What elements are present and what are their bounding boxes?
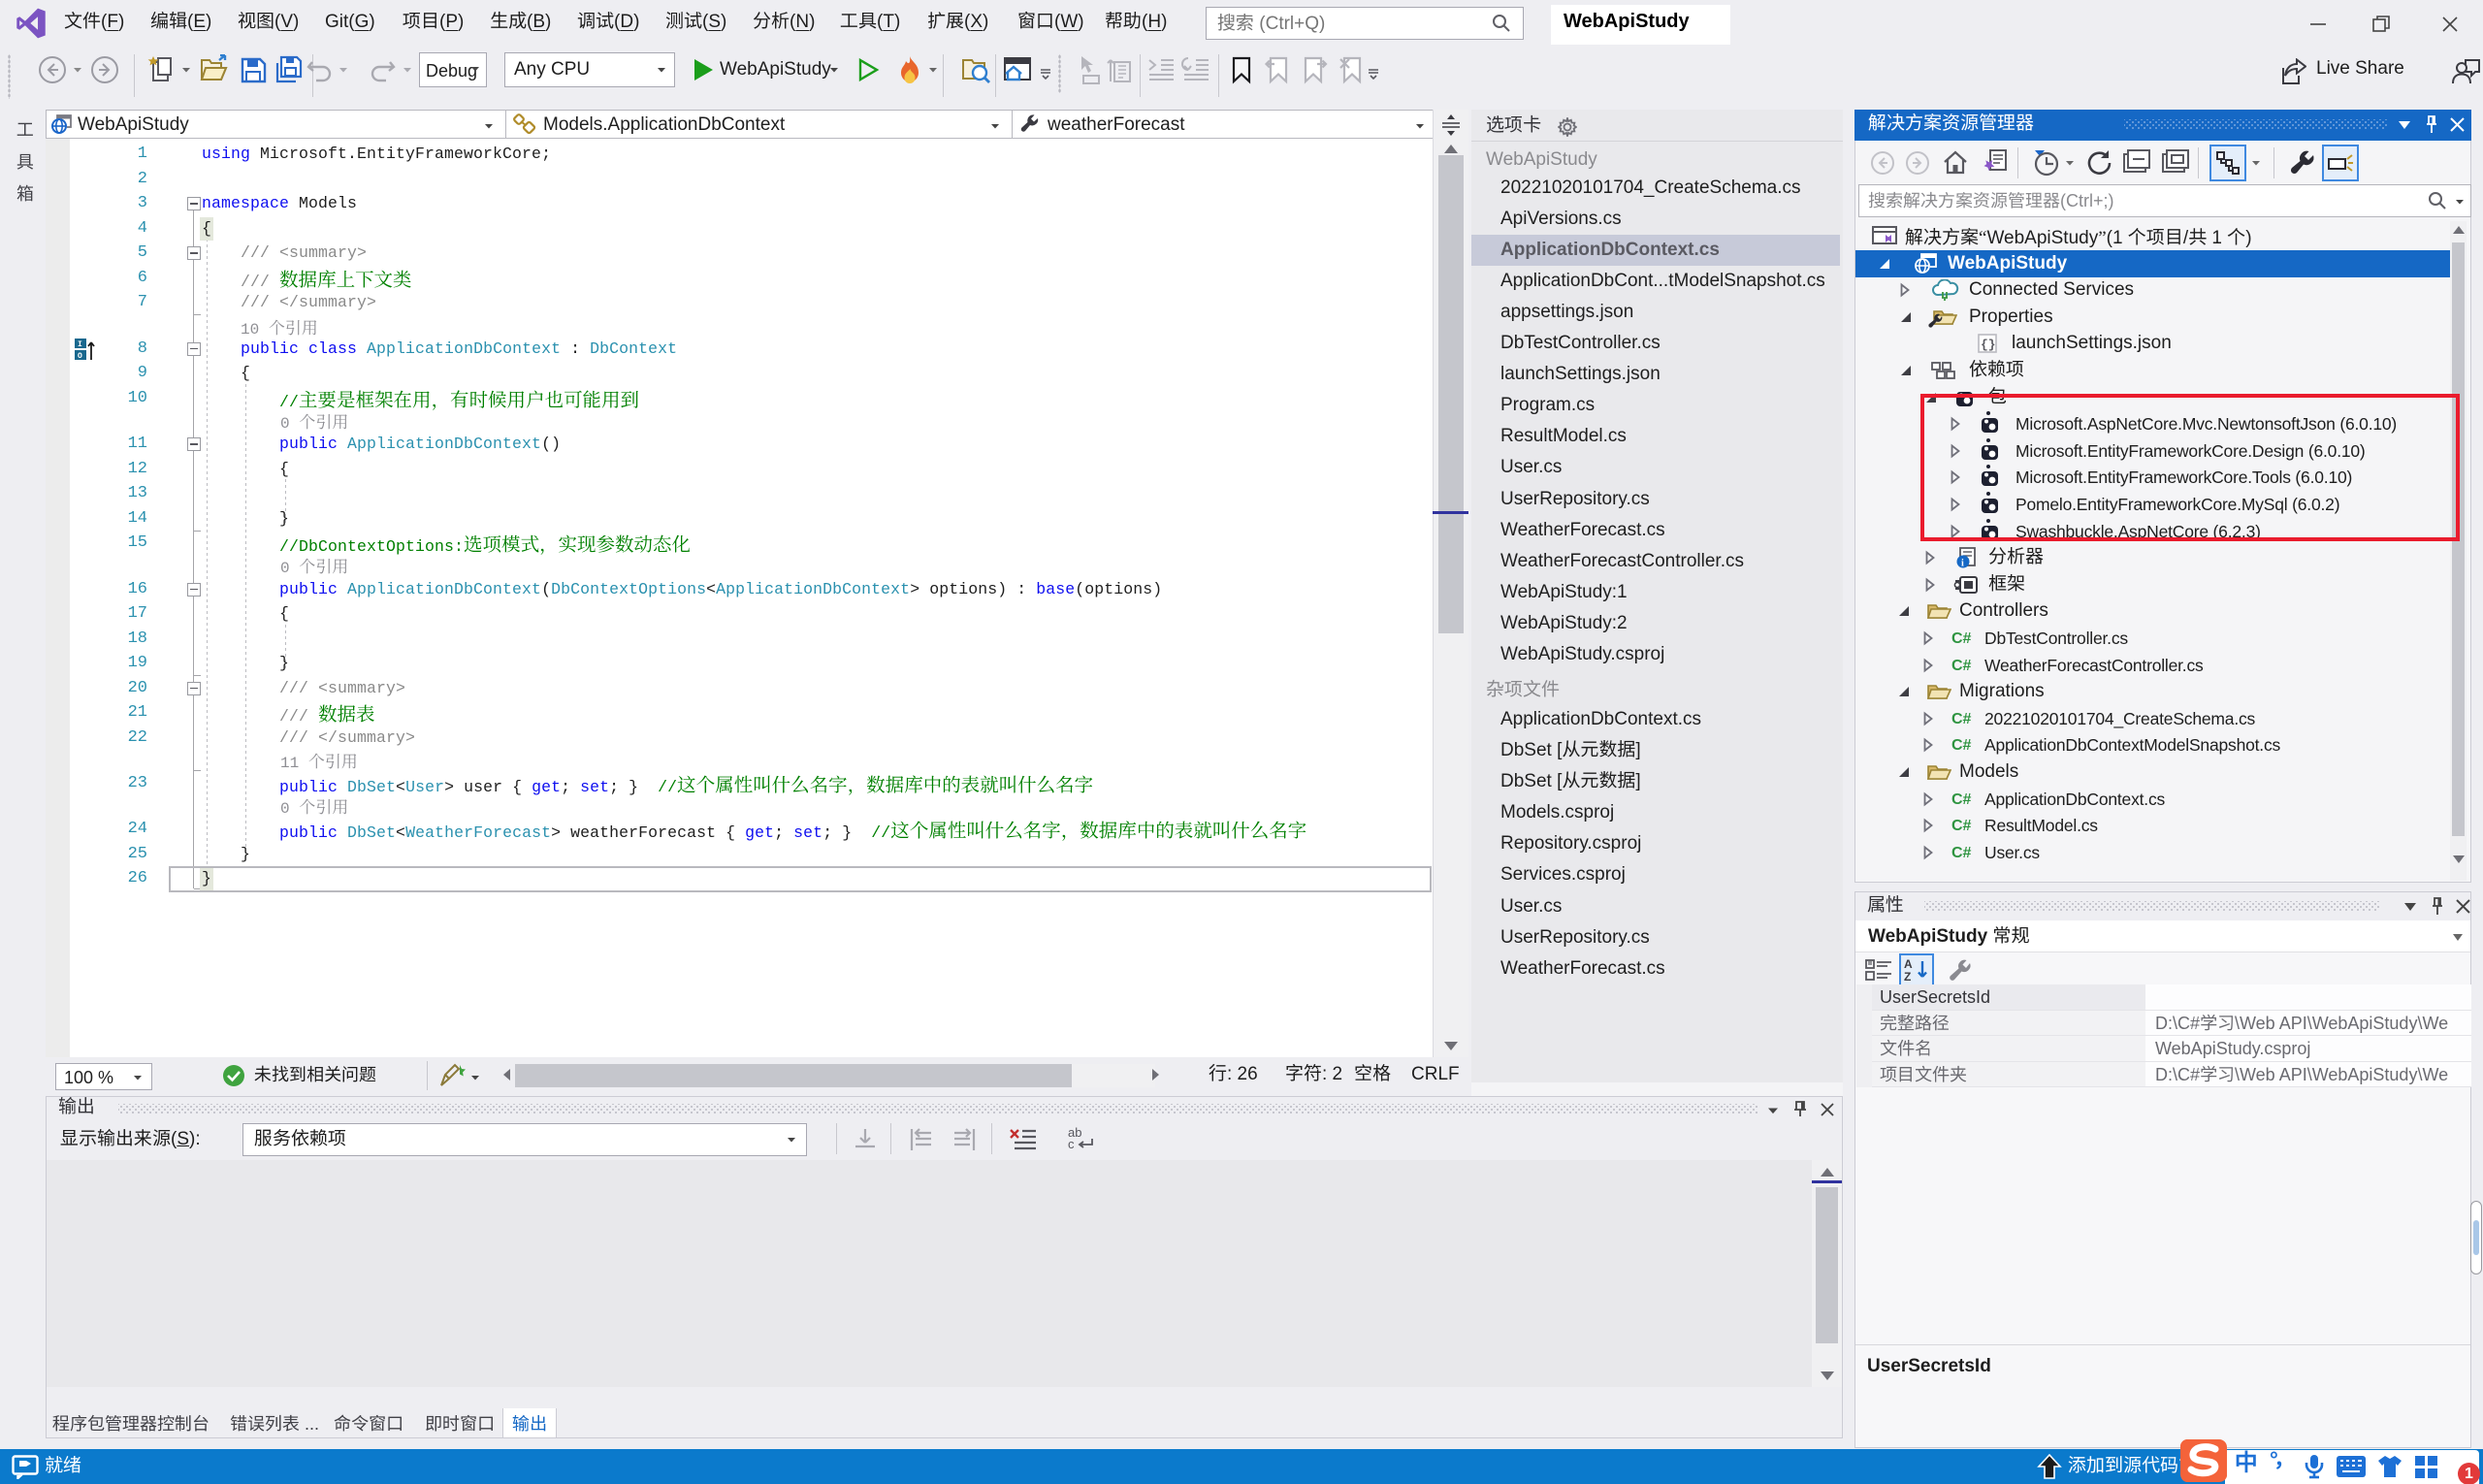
svg-text:A: A [1904,957,1913,971]
svg-text:{}: {} [1981,338,1996,352]
svg-text:O: O [78,352,82,361]
svg-text:i: i [1961,559,1964,569]
svg-text:Z: Z [1904,970,1911,984]
svg-text:c: c [1068,1137,1075,1151]
svg-text:I: I [78,340,82,349]
